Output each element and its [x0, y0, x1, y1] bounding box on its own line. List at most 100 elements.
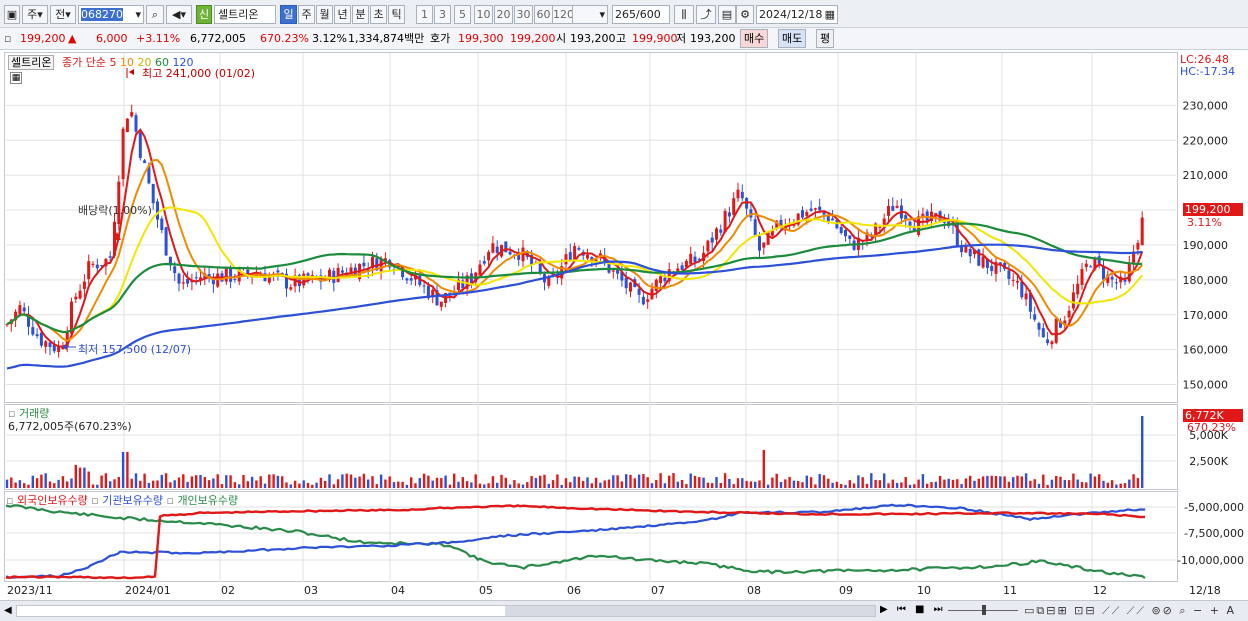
- volume-bar: [306, 482, 310, 488]
- volume-bar: [1067, 480, 1071, 488]
- volume-bar: [784, 479, 787, 488]
- volume-bar: [96, 484, 99, 488]
- volume-bar: [453, 473, 456, 488]
- volume-bar: [926, 483, 929, 488]
- candle-body: [981, 256, 985, 268]
- volume-bar: [1102, 480, 1105, 488]
- volume-bar: [766, 484, 770, 488]
- volume-bar: [960, 484, 963, 488]
- candle-body: [568, 252, 572, 261]
- volume-bar: [1029, 480, 1032, 488]
- scrollbar-thumb[interactable]: [505, 606, 875, 616]
- volume-bar: [1085, 482, 1088, 488]
- volume-bar: [457, 481, 460, 488]
- volume-bar: [311, 484, 314, 488]
- volume-bar: [190, 476, 194, 488]
- volume-bar: [711, 483, 714, 488]
- candle-body: [882, 218, 886, 225]
- drawing-tools[interactable]: ▭⧉⊟⊞ ⊡⊟ ⟋⟋ ⟋⟋ ⊚⊘ ⌕ − + A: [1024, 604, 1236, 618]
- volume-bar: [242, 475, 245, 488]
- candle-body: [736, 189, 740, 199]
- volume-bar: [375, 484, 378, 488]
- horizontal-scrollbar[interactable]: [16, 605, 876, 617]
- candle-body: [177, 273, 181, 284]
- candle-body: [156, 201, 159, 220]
- candle-body: [160, 218, 164, 230]
- candle-body: [340, 270, 344, 273]
- volume-bar: [250, 476, 254, 488]
- candle-body: [663, 277, 667, 282]
- volume-bar: [551, 480, 555, 488]
- holdings-legend-box-2: ▫: [162, 494, 178, 507]
- candle-body: [487, 251, 491, 261]
- volume-bar: [1106, 482, 1109, 488]
- candle-body: [753, 219, 757, 236]
- volume-bar: [792, 480, 796, 488]
- holdings-line-individual: [5, 504, 1146, 579]
- zoom-slider-thumb[interactable]: [982, 605, 986, 615]
- volume-bar: [956, 479, 959, 488]
- volume-bar: [590, 483, 593, 488]
- candle-body: [1046, 339, 1050, 344]
- volume-bar: [1016, 475, 1019, 488]
- candle-body: [689, 253, 693, 264]
- candle-body: [22, 307, 26, 312]
- volume-bar: [173, 480, 176, 488]
- volume-bar: [78, 467, 82, 488]
- candle-body: [844, 230, 847, 237]
- candle-body: [710, 237, 714, 243]
- volume-bar: [27, 484, 30, 488]
- volume-bar: [109, 481, 112, 488]
- volume-bar: [1059, 476, 1062, 488]
- candle-body: [186, 279, 190, 284]
- volume-bar: [139, 480, 142, 488]
- candle-body: [547, 277, 551, 286]
- volume-bar: [48, 481, 52, 488]
- candle-body: [478, 264, 482, 276]
- price-tag: 199,200: [1183, 203, 1243, 216]
- volume-bar: [401, 481, 404, 488]
- volume-bar: [848, 480, 851, 488]
- candle-body: [151, 183, 155, 204]
- volume-bar: [809, 477, 813, 488]
- candle-body: [78, 290, 82, 299]
- volume-bar: [431, 480, 434, 488]
- scroll-left-icon[interactable]: ◀: [4, 605, 12, 616]
- volume-bar: [229, 475, 232, 488]
- volume-bar: [990, 475, 993, 488]
- volume-bar: [981, 476, 985, 488]
- playback-controls[interactable]: ▶ ⏮ ■ ⏭: [880, 604, 946, 615]
- volume-bar: [362, 473, 366, 488]
- volume-bar: [685, 484, 688, 488]
- volume-bar: [44, 473, 47, 488]
- volume-bar: [913, 484, 916, 488]
- volume-bar: [268, 474, 271, 488]
- candle-body: [715, 228, 718, 240]
- volume-bar: [182, 474, 185, 488]
- candle-body: [1080, 268, 1084, 285]
- volume-bar: [384, 479, 387, 488]
- candle-body: [405, 278, 409, 281]
- table-icon[interactable]: ▦: [10, 72, 22, 84]
- x-axis-label: 10: [917, 584, 931, 597]
- volume-bar: [483, 484, 486, 488]
- volume-bar: [336, 479, 340, 488]
- stock-label[interactable]: 셀트리온: [8, 55, 55, 70]
- volume-bar: [1033, 479, 1036, 488]
- holdings-legend: ▫ 외국인보유수량 ▫ 기관보유수량 ▫ 개인보유수량: [6, 492, 238, 508]
- volume-bar: [5, 479, 9, 488]
- volume-bar: [345, 473, 348, 488]
- candle-body: [1011, 279, 1015, 281]
- volume-bar: [650, 483, 654, 488]
- candle-body: [233, 278, 237, 280]
- x-axis-label: 12: [1093, 584, 1107, 597]
- volume-bar: [1115, 484, 1118, 488]
- x-axis-label: 02: [221, 584, 235, 597]
- candle-body: [1067, 310, 1071, 318]
- volume-bar: [1012, 477, 1015, 488]
- candle-body: [624, 277, 628, 289]
- volume-bar: [285, 482, 288, 488]
- volume-bar: [827, 478, 830, 488]
- volume-bar: [233, 482, 237, 488]
- x-axis-label: 2023/11: [7, 584, 53, 597]
